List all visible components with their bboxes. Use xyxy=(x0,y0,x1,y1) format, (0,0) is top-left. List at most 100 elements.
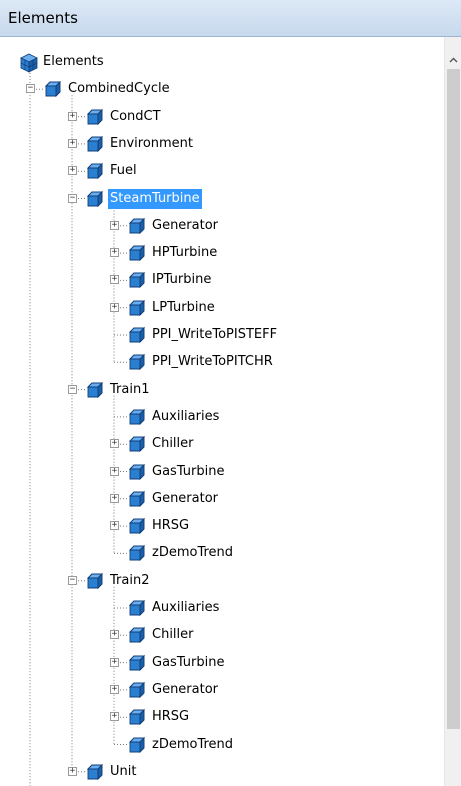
collapse-toggle[interactable]: − xyxy=(26,84,35,94)
tree-node[interactable]: + Unit xyxy=(0,761,430,786)
tree-node-label[interactable]: CombinedCycle xyxy=(66,79,172,99)
tree-node-label[interactable]: HRSG xyxy=(150,516,191,536)
cube-icon xyxy=(128,709,146,726)
cube-icon xyxy=(128,272,146,289)
tree-node[interactable]: + LPTurbine xyxy=(0,297,430,323)
chevron-up-icon[interactable] xyxy=(445,51,461,69)
tree-node[interactable]: + Chiller xyxy=(0,433,430,459)
expand-toggle[interactable]: + xyxy=(110,493,119,503)
expand-toggle[interactable]: + xyxy=(110,275,119,285)
tree-node-label[interactable]: Generator xyxy=(150,680,220,700)
tree-node-label[interactable]: Chiller xyxy=(150,434,196,454)
tree-node[interactable]: + IPTurbine xyxy=(0,269,430,295)
tree-node[interactable]: + Generator xyxy=(0,215,430,241)
cube-icon xyxy=(128,681,146,698)
cube-icon xyxy=(86,381,104,398)
expand-toggle[interactable]: + xyxy=(110,439,119,449)
tree-node[interactable]: + Generator xyxy=(0,488,430,514)
tree-node-label[interactable]: Generator xyxy=(150,216,220,236)
cube-icon xyxy=(86,163,104,180)
tree-node-label[interactable]: Fuel xyxy=(108,161,139,181)
cube-icon xyxy=(128,627,146,644)
cube-icon xyxy=(86,190,104,207)
expand-toggle[interactable]: + xyxy=(110,521,119,531)
cube-icon xyxy=(128,545,146,562)
tree-node-label[interactable]: Auxiliaries xyxy=(150,407,221,427)
cube-icon xyxy=(86,763,104,780)
tree-node-label[interactable]: HRSG xyxy=(150,707,191,727)
element-tree[interactable]: Elements − CombinedCycle + CondCT + Environme… xyxy=(0,37,444,786)
tree-node-label[interactable]: Train1 xyxy=(108,380,151,400)
tree-node-label[interactable]: GasTurbine xyxy=(150,462,226,482)
tree-node[interactable]: Auxiliaries xyxy=(0,406,430,432)
tree-node[interactable]: − Train1 xyxy=(0,379,430,405)
cube-icon xyxy=(128,354,146,371)
cube-icon xyxy=(128,408,146,425)
tree-node[interactable]: − Train2 xyxy=(0,570,430,596)
tree-node-label[interactable]: PPI_WriteToPITCHR xyxy=(150,352,275,372)
expand-toggle[interactable]: + xyxy=(110,630,119,640)
tree-node[interactable]: + HPTurbine xyxy=(0,242,430,268)
tree-node[interactable]: + HRSG xyxy=(0,706,430,732)
cube-icon xyxy=(128,245,146,262)
tree-node[interactable]: + Chiller xyxy=(0,624,430,650)
tree-node[interactable]: PPI_WriteToPISTEFF xyxy=(0,324,430,350)
tree-root[interactable]: Elements xyxy=(0,51,200,77)
cube-icon xyxy=(128,490,146,507)
tree-node-label[interactable]: Generator xyxy=(150,489,220,509)
tree-node-label[interactable]: Environment xyxy=(108,134,195,154)
cube-icon xyxy=(128,463,146,480)
expand-toggle[interactable]: + xyxy=(110,302,119,312)
cube-icon xyxy=(128,518,146,535)
expand-toggle[interactable]: + xyxy=(110,248,119,258)
tree-node[interactable]: − CombinedCycle xyxy=(0,78,430,104)
cube-icon xyxy=(128,599,146,617)
expand-toggle[interactable]: + xyxy=(110,657,119,667)
tree-node-label[interactable]: PPI_WriteToPISTEFF xyxy=(150,325,279,345)
tree-node-label[interactable]: CondCT xyxy=(108,107,163,127)
collapse-toggle[interactable]: − xyxy=(68,384,77,394)
expand-toggle[interactable]: + xyxy=(110,712,119,722)
expand-toggle[interactable]: + xyxy=(110,684,119,694)
collapse-toggle[interactable]: − xyxy=(68,575,77,585)
tree-node[interactable]: + GasTurbine xyxy=(0,461,430,487)
tree-node[interactable]: + HRSG xyxy=(0,515,430,541)
cube-icon xyxy=(128,217,146,234)
tree-node[interactable]: zDemoTrend xyxy=(0,734,430,760)
tree-root-label[interactable]: Elements xyxy=(41,52,106,72)
tree-node[interactable]: zDemoTrend xyxy=(0,542,430,568)
tree-node-label[interactable]: Train2 xyxy=(108,571,151,591)
tree-node[interactable]: PPI_WriteToPITCHR xyxy=(0,351,430,377)
expand-toggle[interactable]: + xyxy=(68,166,77,176)
tree-node[interactable]: Auxiliaries xyxy=(0,597,430,623)
cube-icon xyxy=(128,436,146,453)
scrollbar-thumb[interactable] xyxy=(447,69,460,729)
tree-node[interactable]: + Fuel xyxy=(0,160,430,186)
panel-title: Elements xyxy=(0,0,461,37)
expand-toggle[interactable]: + xyxy=(68,138,77,148)
tree-node-label[interactable]: zDemoTrend xyxy=(150,735,235,755)
cube-icon xyxy=(128,736,146,753)
expand-toggle[interactable]: + xyxy=(110,466,119,476)
tree-node-label[interactable]: GasTurbine xyxy=(150,653,226,673)
tree-node-label[interactable]: Auxiliaries xyxy=(150,598,221,618)
tree-node-label[interactable]: LPTurbine xyxy=(150,298,217,318)
cube-icon xyxy=(86,108,104,125)
tree-node[interactable]: + CondCT xyxy=(0,106,430,132)
tree-node[interactable]: + Generator xyxy=(0,679,430,705)
tree-node-label[interactable]: HPTurbine xyxy=(150,243,219,263)
cube-icon xyxy=(86,572,104,589)
tree-node-label[interactable]: zDemoTrend xyxy=(150,543,235,563)
expand-toggle[interactable]: + xyxy=(110,220,119,230)
vertical-scrollbar[interactable] xyxy=(444,37,461,786)
expand-toggle[interactable]: + xyxy=(68,766,77,776)
tree-node-label[interactable]: Unit xyxy=(108,762,138,782)
tree-node-label[interactable]: Chiller xyxy=(150,625,196,645)
tree-node[interactable]: + GasTurbine xyxy=(0,652,430,678)
collapse-toggle[interactable]: − xyxy=(68,193,77,203)
tree-node[interactable]: + Environment xyxy=(0,133,430,159)
tree-node-label-selected[interactable]: SteamTurbine xyxy=(108,188,202,209)
tree-node[interactable]: − SteamTurbine xyxy=(0,188,430,214)
tree-node-label[interactable]: IPTurbine xyxy=(150,270,213,290)
expand-toggle[interactable]: + xyxy=(68,111,77,121)
